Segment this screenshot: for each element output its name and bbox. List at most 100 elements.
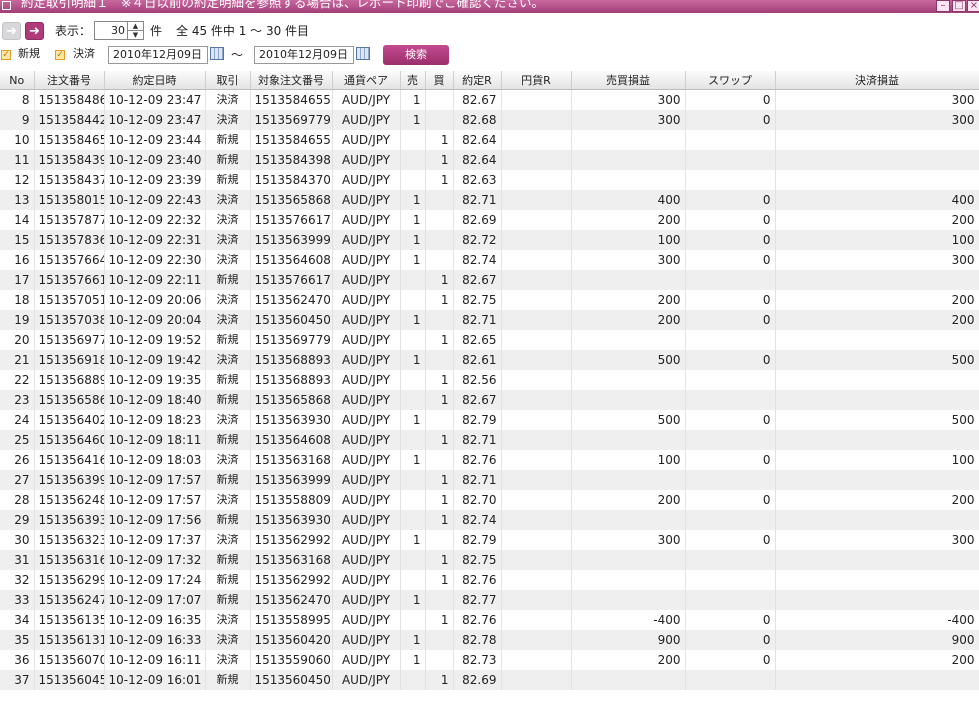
column-header[interactable]: 約定R bbox=[453, 71, 502, 90]
table-row[interactable]: 12151358437010-12-09 23:39新規1513584370AU… bbox=[0, 170, 979, 190]
table-row[interactable]: 11151358439810-12-09 23:40新規1513584398AU… bbox=[0, 150, 979, 170]
table-row[interactable]: 33151356247010-12-09 17:07新規1513562470AU… bbox=[0, 590, 979, 610]
table-row[interactable]: 22151356889310-12-09 19:35新規1513568893AU… bbox=[0, 370, 979, 390]
column-header[interactable]: 通貨ペア bbox=[332, 71, 401, 90]
date-to-field[interactable]: 2010年12月09日 bbox=[254, 46, 354, 64]
table-cell bbox=[571, 130, 686, 150]
per-page-stepper[interactable]: 30 ▲ ▼ bbox=[94, 21, 144, 40]
table-row[interactable]: 18151357051210-12-09 20:06決済1513562470AU… bbox=[0, 290, 979, 310]
table-cell: 1513570380 bbox=[34, 310, 105, 330]
table-cell bbox=[501, 550, 572, 570]
table-row[interactable]: 27151356399910-12-09 17:57新規1513563999AU… bbox=[0, 470, 979, 490]
forward-arrow-icon[interactable]: ➜ bbox=[25, 22, 44, 40]
table-cell bbox=[501, 390, 572, 410]
stepper-down-icon[interactable]: ▼ bbox=[127, 30, 143, 39]
table-row[interactable]: 14151357877310-12-09 22:32決済1513576617AU… bbox=[0, 210, 979, 230]
column-header[interactable]: 買 bbox=[425, 71, 454, 90]
table-cell: 8 bbox=[0, 89, 35, 110]
table-cell: 1513563168 bbox=[34, 550, 105, 570]
table-cell bbox=[685, 590, 776, 610]
table-cell: 新規 bbox=[205, 370, 251, 390]
table-cell: 20 bbox=[0, 330, 35, 350]
table-cell bbox=[775, 570, 979, 590]
maximize-icon[interactable]: □ bbox=[952, 0, 966, 12]
table-cell: 26 bbox=[0, 450, 35, 470]
table-row[interactable]: 29151356393010-12-09 17:56新規1513563930AU… bbox=[0, 510, 979, 530]
table-cell: 10-12-09 23:47 bbox=[104, 89, 206, 110]
table-cell: 27 bbox=[0, 470, 35, 490]
table-row[interactable]: 17151357661710-12-09 22:11新規1513576617AU… bbox=[0, 270, 979, 290]
table-row[interactable]: 31151356316810-12-09 17:32新規1513563168AU… bbox=[0, 550, 979, 570]
settle-checkbox[interactable]: ✓ bbox=[55, 50, 65, 60]
new-checkbox[interactable]: ✓ bbox=[1, 50, 11, 60]
calendar-icon[interactable] bbox=[356, 47, 370, 60]
table-cell: 1513578360 bbox=[34, 230, 105, 250]
table-row[interactable]: 24151356402910-12-09 18:23決済1513563930AU… bbox=[0, 410, 979, 430]
table-row[interactable]: 21151356918610-12-09 19:42決済1513568893AU… bbox=[0, 350, 979, 370]
table-row[interactable]: 37151356045010-12-09 16:01新規1513560450AU… bbox=[0, 670, 979, 690]
table-row[interactable]: 28151356248510-12-09 17:57決済1513558809AU… bbox=[0, 490, 979, 510]
table-cell: 1513569779 bbox=[34, 330, 105, 350]
stepper-up-icon[interactable]: ▲ bbox=[127, 22, 143, 30]
calendar-icon[interactable] bbox=[210, 47, 224, 60]
table-row[interactable]: 32151356299210-12-09 17:24新規1513562992AU… bbox=[0, 570, 979, 590]
back-arrow-icon[interactable]: ➜ bbox=[2, 22, 21, 40]
table-row[interactable]: 19151357038010-12-09 20:04決済1513560450AU… bbox=[0, 310, 979, 330]
column-header[interactable]: 円貨R bbox=[501, 71, 572, 90]
column-header[interactable]: 注文番号 bbox=[34, 71, 105, 90]
table-cell: 10-12-09 16:35 bbox=[104, 610, 206, 630]
table-cell: 1513568893 bbox=[250, 370, 333, 390]
table-cell bbox=[685, 670, 776, 690]
table-cell: 決済 bbox=[205, 310, 251, 330]
table-cell: 15 bbox=[0, 230, 35, 250]
table-cell bbox=[501, 350, 572, 370]
table-row[interactable]: 30151356323810-12-09 17:37決済1513562992AU… bbox=[0, 530, 979, 550]
table-row[interactable]: 15151357836010-12-09 22:31決済1513563999AU… bbox=[0, 230, 979, 250]
table-cell: 82.69 bbox=[453, 210, 502, 230]
table-cell bbox=[501, 470, 572, 490]
table-row[interactable]: 13151358015310-12-09 22:43決済1513565868AU… bbox=[0, 190, 979, 210]
table-cell: 1513560420 bbox=[250, 630, 333, 650]
table-cell: AUD/JPY bbox=[332, 610, 401, 630]
table-row[interactable]: 35151356131810-12-09 16:33決済1513560420AU… bbox=[0, 630, 979, 650]
table-cell: 1 bbox=[425, 330, 454, 350]
table-cell bbox=[571, 550, 686, 570]
column-header[interactable]: 売 bbox=[400, 71, 426, 90]
table-row[interactable]: 25151356460810-12-09 18:11新規1513564608AU… bbox=[0, 430, 979, 450]
table-row[interactable]: 8151358486110-12-09 23:47決済1513584655AUD… bbox=[0, 89, 979, 110]
column-header[interactable]: No bbox=[0, 71, 35, 90]
table-cell: 10-12-09 16:01 bbox=[104, 670, 206, 690]
minimize-icon[interactable]: – bbox=[936, 0, 950, 12]
close-icon[interactable]: × bbox=[967, 0, 979, 12]
search-button[interactable]: 検索 bbox=[383, 45, 449, 65]
table-cell: 22 bbox=[0, 370, 35, 390]
table-cell: 1513564029 bbox=[34, 410, 105, 430]
column-header[interactable]: 決済損益 bbox=[775, 71, 979, 90]
table-cell: AUD/JPY bbox=[332, 450, 401, 470]
column-header[interactable]: 取引 bbox=[205, 71, 251, 90]
table-row[interactable]: 16151357664110-12-09 22:30決済1513564608AU… bbox=[0, 250, 979, 270]
table-row[interactable]: 26151356416010-12-09 18:03決済1513563168AU… bbox=[0, 450, 979, 470]
table-cell: 200 bbox=[571, 650, 686, 670]
table-cell: 1513560450 bbox=[250, 310, 333, 330]
table-header: No 注文番号 約定日時 取引 対象注文番号 通貨ペア売買約定R 円貨R 売買損益 スワップ 決済… bbox=[0, 71, 979, 90]
table-cell: 82.69 bbox=[453, 670, 502, 690]
table-row[interactable]: 23151356586810-12-09 18:40新規1513565868AU… bbox=[0, 390, 979, 410]
table-cell: 0 bbox=[685, 350, 776, 370]
table-cell bbox=[501, 330, 572, 350]
table-row[interactable]: 36151356070010-12-09 16:11決済1513559060AU… bbox=[0, 650, 979, 670]
table-cell: 300 bbox=[571, 110, 686, 130]
table-cell: 9 bbox=[0, 110, 35, 130]
column-header[interactable]: 対象注文番号 bbox=[250, 71, 333, 90]
table-row[interactable]: 34151356135910-12-09 16:35決済1513558995AU… bbox=[0, 610, 979, 630]
column-header[interactable]: 約定日時 bbox=[104, 71, 206, 90]
table-cell: 決済 bbox=[205, 530, 251, 550]
table-cell: 決済 bbox=[205, 350, 251, 370]
table-cell bbox=[571, 670, 686, 690]
date-from-field[interactable]: 2010年12月09日 bbox=[108, 46, 208, 64]
table-row[interactable]: 9151358442910-12-09 23:47決済1513569779AUD… bbox=[0, 110, 979, 130]
table-row[interactable]: 20151356977910-12-09 19:52新規1513569779AU… bbox=[0, 330, 979, 350]
column-header[interactable]: スワップ bbox=[685, 71, 776, 90]
table-row[interactable]: 10151358465510-12-09 23:44新規1513584655AU… bbox=[0, 130, 979, 150]
column-header[interactable]: 売買損益 bbox=[571, 71, 686, 90]
